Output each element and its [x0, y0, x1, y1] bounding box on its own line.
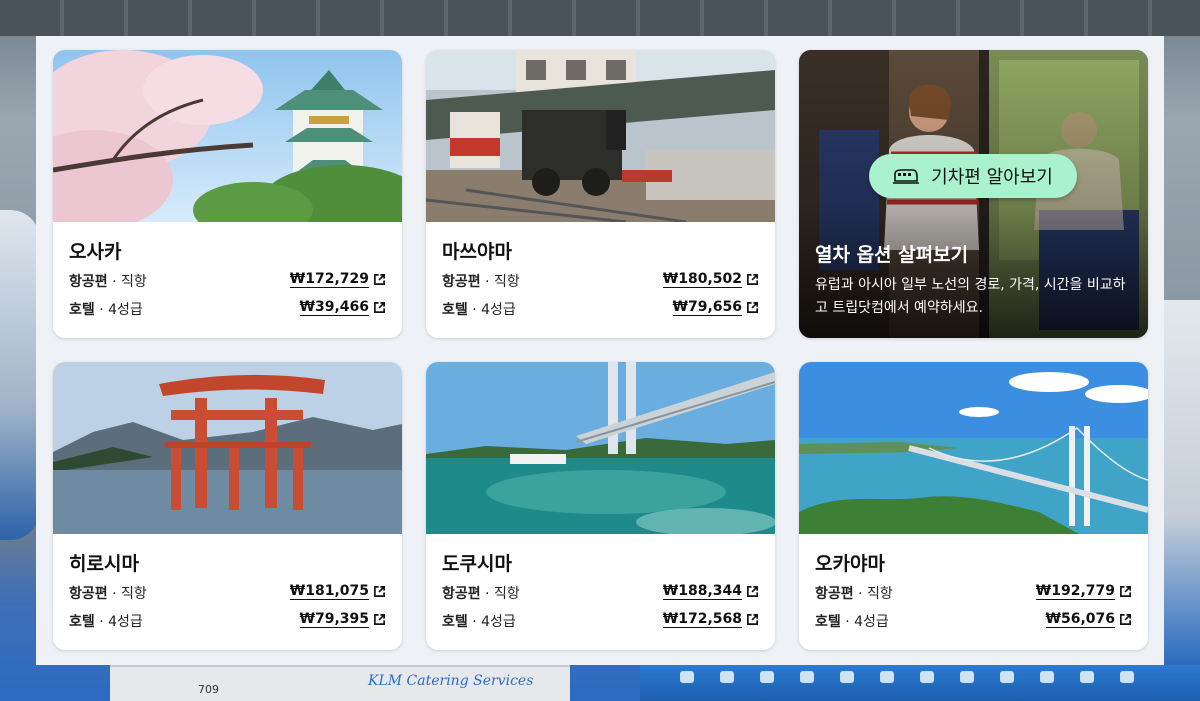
- flight-row: 항공편 · 직항 ₩172,729: [69, 271, 386, 291]
- destination-card[interactable]: 오카야마 항공편 · 직항 ₩192,779 호텔 · 4성급 ₩56,076: [799, 362, 1148, 650]
- flight-label: 항공편: [442, 274, 481, 290]
- catering-truck: 709 KLM Catering Services: [110, 665, 570, 701]
- hotel-type: 4성급: [108, 614, 143, 630]
- flight-price: ₩192,779: [1035, 583, 1115, 600]
- city-name: 히로시마: [69, 553, 139, 575]
- flight-price-link[interactable]: ₩188,344: [662, 583, 759, 600]
- flight-type: 직항: [121, 586, 147, 602]
- flight-price: ₩172,729: [289, 271, 369, 288]
- flight-type: 직항: [121, 274, 147, 290]
- jet-fuselage: [640, 665, 1200, 701]
- terminal-roof: [0, 0, 1200, 36]
- flight-label: 항공편: [442, 586, 481, 602]
- city-name: 오카야마: [815, 553, 885, 575]
- destination-image: [799, 362, 1148, 534]
- hotel-price-link[interactable]: ₩172,568: [662, 611, 759, 628]
- flight-price-link[interactable]: ₩172,729: [289, 271, 386, 288]
- external-link-icon: [747, 614, 758, 625]
- hotel-price: ₩79,656: [672, 299, 742, 316]
- flight-type: 직항: [867, 586, 893, 602]
- destination-image: [53, 362, 402, 534]
- hotel-row: 호텔 · 4성급 ₩172,568: [442, 611, 759, 631]
- hotel-type: 4성급: [854, 614, 889, 630]
- truck-text: KLM Catering Services: [368, 673, 534, 689]
- city-name: 마쓰야마: [442, 241, 512, 263]
- hotel-label: 호텔: [442, 302, 468, 318]
- hotel-row: 호텔 · 4성급 ₩56,076: [815, 611, 1132, 631]
- flight-row: 항공편 · 직항 ₩181,075: [69, 583, 386, 603]
- flight-price-link[interactable]: ₩180,502: [662, 271, 759, 288]
- external-link-icon: [747, 586, 758, 597]
- flight-price: ₩181,075: [289, 583, 369, 600]
- external-link-icon: [374, 614, 385, 625]
- plane-right: [1160, 300, 1200, 660]
- flight-label: 항공편: [69, 586, 108, 602]
- flight-label: 항공편: [69, 274, 108, 290]
- hotel-row: 호텔 · 4성급 ₩39,466: [69, 299, 386, 319]
- destination-image: [53, 50, 402, 222]
- hotel-label: 호텔: [69, 302, 95, 318]
- external-link-icon: [374, 586, 385, 597]
- external-link-icon: [1120, 614, 1131, 625]
- explore-trains-button[interactable]: 기차편 알아보기: [869, 154, 1077, 198]
- flight-price: ₩180,502: [662, 271, 742, 288]
- hotel-type: 4성급: [108, 302, 143, 318]
- flight-price-link[interactable]: ₩192,779: [1035, 583, 1132, 600]
- hotel-label: 호텔: [442, 614, 468, 630]
- destination-card[interactable]: 도쿠시마 항공편 · 직항 ₩188,344 호텔 · 4성급 ₩172,568: [426, 362, 775, 650]
- external-link-icon: [374, 302, 385, 313]
- destination-image: [426, 50, 775, 222]
- hotel-row: 호텔 · 4성급 ₩79,395: [69, 611, 386, 631]
- hotel-price-link[interactable]: ₩39,466: [299, 299, 386, 316]
- hotel-type: 4성급: [481, 302, 516, 318]
- hotel-price: ₩56,076: [1045, 611, 1115, 628]
- flight-price-link[interactable]: ₩181,075: [289, 583, 386, 600]
- train-promo-title: 열차 옵션 살펴보기: [815, 244, 969, 266]
- hotel-row: 호텔 · 4성급 ₩79,656: [442, 299, 759, 319]
- hotel-price: ₩79,395: [299, 611, 369, 628]
- flight-type: 직항: [494, 274, 520, 290]
- flight-label: 항공편: [815, 586, 854, 602]
- destination-image: [426, 362, 775, 534]
- hotel-type: 4성급: [481, 614, 516, 630]
- destination-card[interactable]: 오사카 항공편 · 직항 ₩172,729 호텔 · 4성급 ₩39,466: [53, 50, 402, 338]
- external-link-icon: [1120, 586, 1131, 597]
- destination-card[interactable]: 마쓰야마 항공편 · 직항 ₩180,502 호텔 · 4성급 ₩79,656: [426, 50, 775, 338]
- hotel-label: 호텔: [815, 614, 841, 630]
- truck-number: 709: [198, 683, 219, 696]
- city-name: 도쿠시마: [442, 553, 512, 575]
- external-link-icon: [374, 274, 385, 285]
- flight-row: 항공편 · 직항 ₩188,344: [442, 583, 759, 603]
- explore-trains-label: 기차편 알아보기: [931, 167, 1053, 188]
- flight-price: ₩188,344: [662, 583, 742, 600]
- plane-left: [0, 210, 40, 540]
- train-promo-description: 유럽과 아시아 일부 노선의 경로, 가격, 시간을 비교하고 트립닷컴에서 예…: [815, 277, 1126, 316]
- hotel-price: ₩39,466: [299, 299, 369, 316]
- flight-row: 항공편 · 직항 ₩192,779: [815, 583, 1132, 603]
- hotel-price-link[interactable]: ₩79,395: [299, 611, 386, 628]
- destination-panel: 오사카 항공편 · 직항 ₩172,729 호텔 · 4성급 ₩39,466 마…: [36, 36, 1164, 665]
- train-icon: [893, 169, 920, 184]
- hotel-price: ₩172,568: [662, 611, 742, 628]
- hotel-price-link[interactable]: ₩79,656: [672, 299, 759, 316]
- destination-card[interactable]: 히로시마 항공편 · 직항 ₩181,075 호텔 · 4성급 ₩79,395: [53, 362, 402, 650]
- city-name: 오사카: [69, 241, 122, 263]
- flight-type: 직항: [494, 586, 520, 602]
- hotel-price-link[interactable]: ₩56,076: [1045, 611, 1132, 628]
- train-options-card[interactable]: 기차편 알아보기 열차 옵션 살펴보기 유럽과 아시아 일부 노선의 경로, 가…: [799, 50, 1148, 338]
- flight-row: 항공편 · 직항 ₩180,502: [442, 271, 759, 291]
- external-link-icon: [747, 302, 758, 313]
- external-link-icon: [747, 274, 758, 285]
- hotel-label: 호텔: [69, 614, 95, 630]
